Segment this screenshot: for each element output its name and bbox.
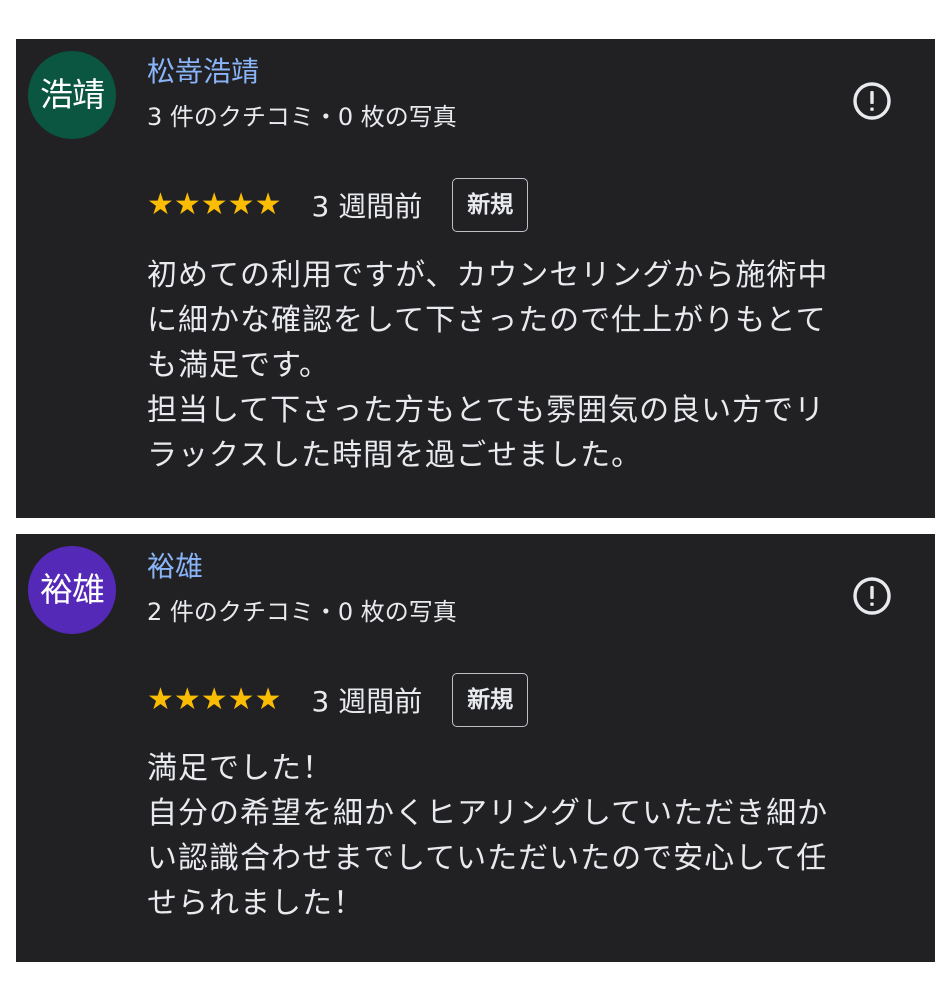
review-card: 裕雄 裕雄 2 件のクチコミ・0 枚の写真 ★★★★★ 3 週間前 新規 満足で… bbox=[16, 534, 935, 962]
review-meta: ★★★★★ 3 週間前 新規 bbox=[147, 672, 529, 728]
review-text-line: い認識合わせまでしていただいたので安心して任 bbox=[147, 841, 828, 876]
review-text-line: も満足です。 bbox=[147, 348, 330, 383]
report-button[interactable] bbox=[850, 79, 894, 123]
star-rating: ★★★★★ bbox=[147, 682, 282, 717]
review-text-line: 担当して下さった方もとても雰囲気の良い方でリ bbox=[147, 393, 826, 428]
review-text-line: 初めての利用ですが、カウンセリングから施術中 bbox=[147, 258, 829, 293]
star-rating: ★★★★★ bbox=[147, 187, 282, 222]
new-badge: 新規 bbox=[452, 673, 529, 727]
report-flag-icon bbox=[853, 577, 891, 615]
review-text-line: 満足でした！ bbox=[147, 751, 333, 786]
review-text: 満足でした！ 自分の希望を細かくヒアリングしていただき細か い認識合わせまでして… bbox=[147, 746, 927, 926]
review-meta: ★★★★★ 3 週間前 新規 bbox=[147, 177, 529, 233]
report-button[interactable] bbox=[850, 574, 894, 618]
reviewer-stats: 2 件のクチコミ・0 枚の写真 bbox=[147, 598, 457, 626]
review-text: 初めての利用ですが、カウンセリングから施術中 に細かな確認をして下さったので仕上… bbox=[147, 253, 927, 478]
new-badge: 新規 bbox=[452, 178, 529, 232]
review-card: 浩靖 松嵜浩靖 3 件のクチコミ・0 枚の写真 ★★★★★ 3 週間前 新規 初… bbox=[16, 39, 935, 518]
reviewer-name[interactable]: 裕雄 bbox=[147, 550, 203, 584]
review-text-line: 自分の希望を細かくヒアリングしていただき細か bbox=[147, 796, 829, 831]
review-date: 3 週間前 bbox=[311, 190, 423, 223]
reviewer-stats: 3 件のクチコミ・0 枚の写真 bbox=[147, 103, 457, 131]
review-text-line: に細かな確認をして下さったので仕上がりもとて bbox=[147, 303, 827, 338]
avatar[interactable]: 浩靖 bbox=[28, 51, 116, 139]
review-date: 3 週間前 bbox=[311, 685, 423, 718]
avatar[interactable]: 裕雄 bbox=[28, 546, 116, 634]
review-text-line: ラックスした時間を過ごせました。 bbox=[147, 438, 643, 473]
reviewer-name[interactable]: 松嵜浩靖 bbox=[147, 55, 259, 89]
report-flag-icon bbox=[853, 82, 891, 120]
review-text-line: せられました！ bbox=[147, 886, 364, 921]
